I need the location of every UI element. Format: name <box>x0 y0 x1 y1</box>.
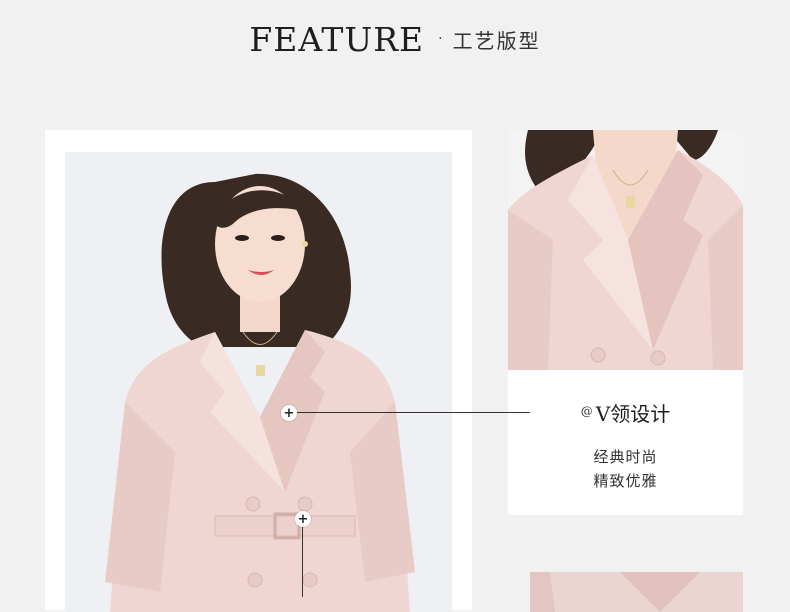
detail-card-v-neck: @ V领设计 经典时尚 精致优雅 <box>508 130 743 515</box>
detail-text-block: @ V领设计 经典时尚 精致优雅 <box>508 370 743 515</box>
v-neck-illustration <box>508 130 743 370</box>
model-photo <box>65 152 452 612</box>
feature-subtitle: 工艺版型 <box>452 28 541 53</box>
feature-title: FEATURE <box>249 19 425 59</box>
second-closeup-illustration <box>530 572 743 612</box>
section-header: FEATURE · 工艺版型 <box>0 14 790 64</box>
callout-line-neck <box>297 412 530 413</box>
callout-line-belt <box>302 527 303 597</box>
main-photo-frame <box>45 130 472 612</box>
detail-title: V领设计 <box>595 402 671 426</box>
detail-card-second <box>530 572 743 612</box>
detail-title-row: @ V领设计 <box>508 398 743 427</box>
belt-hotspot-icon[interactable]: + <box>295 511 311 527</box>
neck-hotspot-icon[interactable]: + <box>281 405 297 421</box>
detail-line-2: 精致优雅 <box>593 472 658 490</box>
second-closeup-photo <box>530 572 743 612</box>
detail-line-1: 经典时尚 <box>593 448 658 466</box>
v-neck-closeup-photo <box>508 130 743 370</box>
model-illustration <box>65 152 452 612</box>
detail-at-mark: @ <box>580 403 593 418</box>
title-separator: · <box>438 31 443 47</box>
